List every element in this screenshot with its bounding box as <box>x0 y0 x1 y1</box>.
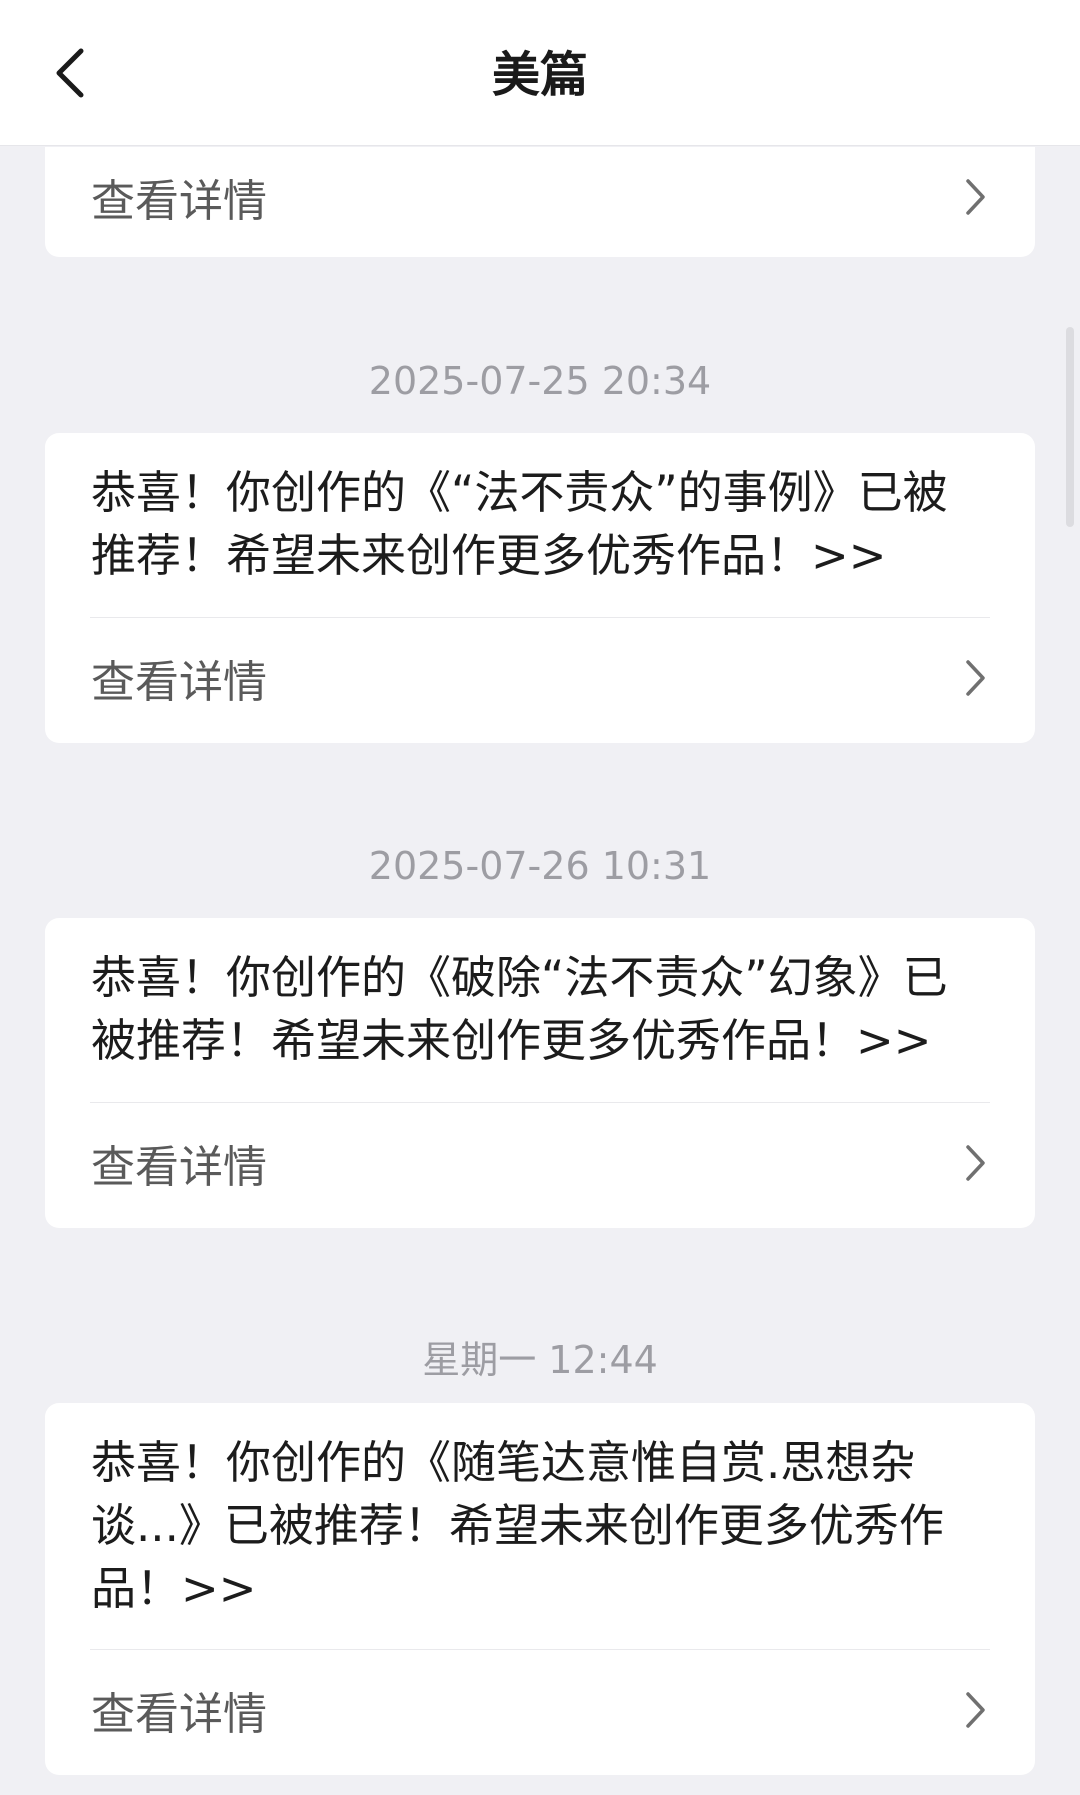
view-detail-row[interactable]: 查看详情 <box>45 618 1035 738</box>
view-detail-row[interactable]: 查看详情 <box>45 1103 1035 1223</box>
chevron-right-icon <box>955 658 995 698</box>
message-list[interactable]: 查看详情 2025-07-25 20:34 恭喜！你创作的《“法不责众”的事例》… <box>0 147 1080 1795</box>
message-card[interactable]: 恭喜！你创作的《随笔达意惟自赏.思想杂谈...》已被推荐！希望未来创作更多优秀作… <box>45 1403 1035 1775</box>
page-title: 美篇 <box>491 47 588 103</box>
chevron-right-icon <box>955 1690 995 1730</box>
message-timestamp: 2025-07-26 10:31 <box>368 844 712 888</box>
message-card-partial[interactable]: 查看详情 <box>45 147 1035 257</box>
message-card[interactable]: 恭喜！你创作的《“法不责众”的事例》已被推荐！希望未来创作更多优秀作品！>> 查… <box>45 433 1035 743</box>
message-text: 恭喜！你创作的《破除“法不责众”幻象》已被推荐！希望未来创作更多优秀作品！>> <box>91 951 948 1067</box>
message-text: 恭喜！你创作的《“法不责众”的事例》已被推荐！希望未来创作更多优秀作品！>> <box>91 466 948 582</box>
message-card[interactable]: 恭喜！你创作的《破除“法不责众”幻象》已被推荐！希望未来创作更多优秀作品！>> … <box>45 918 1035 1228</box>
view-detail-label: 查看详情 <box>91 176 267 227</box>
scrollbar[interactable] <box>1066 327 1074 527</box>
message-timestamp: 2025-07-25 20:34 <box>368 359 712 403</box>
chevron-right-icon <box>955 1143 995 1183</box>
view-detail-row[interactable]: 查看详情 <box>45 147 1035 257</box>
nav-bar: 美篇 <box>0 0 1080 146</box>
view-detail-label: 查看详情 <box>91 1142 267 1193</box>
view-detail-row[interactable]: 查看详情 <box>45 1650 1035 1770</box>
view-detail-label: 查看详情 <box>91 1689 267 1740</box>
chevron-right-icon <box>955 177 995 217</box>
message-timestamp: 星期一 12:44 <box>422 1338 658 1382</box>
view-detail-label: 查看详情 <box>91 657 267 708</box>
message-text: 恭喜！你创作的《随笔达意惟自赏.思想杂谈...》已被推荐！希望未来创作更多优秀作… <box>91 1436 944 1615</box>
